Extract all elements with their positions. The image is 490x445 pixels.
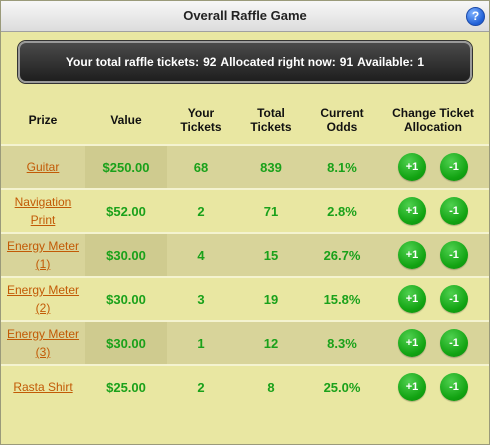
header-total-tickets: Total Tickets (250, 106, 292, 134)
add-ticket-button[interactable]: +1 (398, 329, 426, 357)
your-tickets: 4 (167, 233, 235, 277)
total-tickets: 839 (235, 145, 307, 189)
table-row: Energy Meter (2) $30.00 3 19 15.8% +1 -1 (1, 277, 489, 321)
your-tickets: 3 (167, 277, 235, 321)
prize-value: $250.00 (85, 145, 167, 189)
prize-value: $52.00 (85, 189, 167, 233)
current-odds: 8.1% (307, 145, 377, 189)
total-tickets: 19 (235, 277, 307, 321)
prize-link[interactable]: Navigation Print (15, 195, 72, 227)
header-current-odds: Current Odds (320, 106, 364, 134)
table-row: Rasta Shirt $25.00 2 8 25.0% +1 -1 (1, 365, 489, 408)
header-change-allocation: Change Ticket Allocation (392, 106, 474, 134)
available-label: Available: (357, 55, 414, 69)
current-odds: 25.0% (307, 365, 377, 408)
prize-value: $30.00 (85, 233, 167, 277)
current-odds: 26.7% (307, 233, 377, 277)
your-tickets: 68 (167, 145, 235, 189)
add-ticket-button[interactable]: +1 (398, 197, 426, 225)
total-tickets: 12 (235, 321, 307, 365)
table-row: Navigation Print $52.00 2 71 2.8% +1 -1 (1, 189, 489, 233)
prize-table: Prize Value Your Tickets Total Tickets C… (1, 96, 489, 408)
prize-link[interactable]: Energy Meter (2) (7, 283, 79, 315)
current-odds: 2.8% (307, 189, 377, 233)
total-tickets: 8 (235, 365, 307, 408)
raffle-window: Overall Raffle Game ? Your total raffle … (0, 0, 490, 445)
total-tickets: 15 (235, 233, 307, 277)
add-ticket-button[interactable]: +1 (398, 241, 426, 269)
prize-value: $30.00 (85, 277, 167, 321)
total-tickets-value: 92 (203, 55, 217, 69)
title-bar: Overall Raffle Game ? (1, 1, 489, 32)
ticket-summary-panel: Your total raffle tickets: 92 Allocated … (18, 41, 472, 83)
current-odds: 15.8% (307, 277, 377, 321)
remove-ticket-button[interactable]: -1 (440, 197, 468, 225)
add-ticket-button[interactable]: +1 (398, 153, 426, 181)
prize-link[interactable]: Guitar (27, 160, 60, 174)
prize-value: $30.00 (85, 321, 167, 365)
table-row: Guitar $250.00 68 839 8.1% +1 -1 (1, 145, 489, 189)
your-tickets: 2 (167, 189, 235, 233)
header-value: Value (110, 113, 142, 127)
available-value: 1 (417, 55, 425, 69)
current-odds: 8.3% (307, 321, 377, 365)
remove-ticket-button[interactable]: -1 (440, 241, 468, 269)
remove-ticket-button[interactable]: -1 (440, 373, 468, 401)
help-icon[interactable]: ? (466, 7, 485, 26)
header-your-tickets: Your Tickets (180, 106, 222, 134)
your-tickets: 1 (167, 321, 235, 365)
remove-ticket-button[interactable]: -1 (440, 285, 468, 313)
your-tickets: 2 (167, 365, 235, 408)
total-tickets: 71 (235, 189, 307, 233)
add-ticket-button[interactable]: +1 (398, 373, 426, 401)
window-title: Overall Raffle Game (183, 8, 307, 23)
prize-value: $25.00 (85, 365, 167, 408)
prize-link[interactable]: Energy Meter (3) (7, 327, 79, 359)
remove-ticket-button[interactable]: -1 (440, 153, 468, 181)
header-prize: Prize (28, 113, 58, 127)
prize-link[interactable]: Rasta Shirt (13, 380, 72, 394)
total-tickets-label: Your total raffle tickets: (65, 55, 200, 69)
allocated-label: Allocated right now: (220, 55, 336, 69)
table-row: Energy Meter (3) $30.00 1 12 8.3% +1 -1 (1, 321, 489, 365)
prize-link[interactable]: Energy Meter (1) (7, 239, 79, 271)
table-row: Energy Meter (1) $30.00 4 15 26.7% +1 -1 (1, 233, 489, 277)
add-ticket-button[interactable]: +1 (398, 285, 426, 313)
remove-ticket-button[interactable]: -1 (440, 329, 468, 357)
allocated-value: 91 (339, 55, 354, 69)
